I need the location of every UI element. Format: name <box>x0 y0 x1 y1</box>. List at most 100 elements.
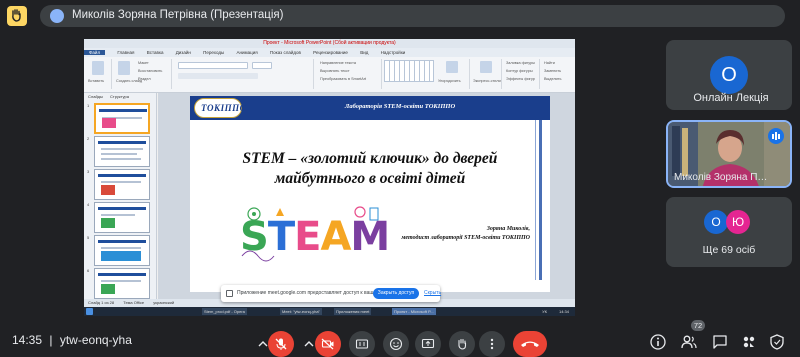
logo-text: ТОКІППО <box>201 103 247 113</box>
ppt-align-text-label: Выровнять текст <box>320 69 350 73</box>
raise-hand-button[interactable] <box>449 331 475 357</box>
thumb-line <box>101 214 135 216</box>
ppt-tab: Главная <box>117 50 135 55</box>
slide-thumbnail-image <box>94 202 150 233</box>
ppt-window-title: Проект - Microsoft PowerPoint (Сбой акти… <box>84 39 575 48</box>
ppt-shape-format-group: Заливка фигуры Контур фигуры Эффекты фиг… <box>504 59 540 89</box>
steam-word: STEAM <box>240 214 390 260</box>
people-icon[interactable] <box>680 333 702 355</box>
ppt-replace-label: Заменить <box>544 69 562 73</box>
ppt-quick-styles-label: Экспресс-стили <box>473 79 501 83</box>
ppt-editing-group: Найти Заменить Выделить <box>542 59 574 89</box>
chat-icon[interactable] <box>711 333 733 355</box>
paste-icon <box>92 61 104 75</box>
thumb-line <box>101 247 141 249</box>
slide-number: 4 <box>87 202 90 207</box>
participant-tile-online-lecture[interactable]: О Онлайн Лекція <box>666 40 792 110</box>
ppt-shape-fill-label: Заливка фигуры <box>506 61 535 65</box>
presentation-pill[interactable]: Миколів Зоряна Петрівна (Презентація) <box>40 5 785 27</box>
thumb-line <box>101 280 141 282</box>
more-options-button[interactable] <box>479 331 505 357</box>
ppt-select-label: Выделить <box>544 77 562 81</box>
ppt-pane-tabs: Слайды Структура <box>84 93 157 101</box>
thumb-bar <box>98 273 146 276</box>
font-name-box <box>178 62 248 69</box>
font-size-box <box>252 62 272 69</box>
ppt-tab: Анимация <box>236 50 258 55</box>
slide-number: 5 <box>87 235 90 240</box>
font-format-buttons <box>178 73 258 79</box>
ppt-shape-outline-label: Контур фигуры <box>506 69 533 73</box>
raise-hand-icon[interactable] <box>7 6 27 26</box>
thumb-line <box>101 158 141 160</box>
ppt-section-label: Раздел <box>138 77 151 81</box>
ppt-tab: Переходы <box>203 50 225 55</box>
ppt-pane-tab-slides: Слайды <box>88 94 103 99</box>
tokippo-logo: ТОКІППО <box>194 98 246 118</box>
steam-letter: S <box>240 214 269 260</box>
thumb-image <box>102 118 116 128</box>
arrange-icon <box>446 61 458 73</box>
slide-thumbnail: 6 <box>87 268 155 301</box>
slide-thumbnail-image <box>94 169 150 200</box>
speaking-indicator-icon <box>768 128 784 144</box>
author-name: Зоряна Миколів, <box>486 226 530 232</box>
ppt-tab: Надстройки <box>380 50 406 55</box>
ppt-shape-effects-label: Эффекты фигур <box>506 77 535 81</box>
ppt-slide-pane: Слайды Структура 1 2 3 4 5 6 <box>84 93 157 299</box>
steam-illustration: STEAM <box>240 206 390 266</box>
ppt-paragraph-group: Направление текста Выровнять текст Преоб… <box>316 59 382 89</box>
participant-tile-presenter[interactable]: Миколів Зоряна Петрів... <box>666 120 792 188</box>
top-bar: Миколів Зоряна Петрівна (Презентація) <box>0 0 800 32</box>
windows-start-icon <box>86 308 93 315</box>
share-screen-icon <box>226 290 233 297</box>
hide-banner-link[interactable]: Скрыть <box>424 290 441 296</box>
slide-title: STEM – «золотий ключик» до дверей майбут… <box>210 149 530 189</box>
thumb-line <box>101 181 141 183</box>
participant-tile-others[interactable]: О Ю Ще 69 осіб <box>666 197 792 267</box>
taskbar-clock: 14:34 <box>558 309 569 314</box>
ppt-shapes-gallery <box>384 60 434 82</box>
steam-letter: E <box>294 214 321 260</box>
ppt-tab-file: Файл <box>84 50 106 55</box>
ppt-clipboard-group: Вставить <box>86 59 112 89</box>
slide-title-line: STEM – «золотий ключик» до дверей <box>242 150 498 167</box>
meeting-details-info-icon[interactable] <box>649 333 671 355</box>
ppt-language: украинский <box>153 300 175 305</box>
ppt-tab: Рецензирование <box>313 50 348 55</box>
ppt-arrange-group: Упорядочить <box>436 59 470 89</box>
thumb-bar <box>98 141 146 144</box>
ppt-tab: Дизайн <box>175 50 191 55</box>
captions-button[interactable] <box>349 331 375 357</box>
meet-control-bar: 14:35 | ytw-eonq-yha <box>0 322 800 357</box>
participants-count-badge: 72 <box>691 320 705 331</box>
ppt-find-label: Найти <box>544 61 555 65</box>
ppt-ribbon-tabs: Файл Главная Вставка Дизайн Переходы Ани… <box>84 48 575 57</box>
slide-thumbnail-image <box>94 268 150 299</box>
microphone-off-button[interactable] <box>268 331 294 357</box>
stop-sharing-button[interactable]: Закрыть доступ <box>373 288 419 299</box>
slide-header-band: ТОКІППО Лабораторія STEM-освіти ТОКІППО <box>190 96 550 120</box>
thumb-bar <box>98 207 146 210</box>
meeting-info: 14:35 | ytw-eonq-yha <box>12 333 132 347</box>
ppt-smartart-label: Преобразовать в SmartArt <box>320 77 367 81</box>
thumb-line <box>101 153 137 155</box>
emoji-reactions-button[interactable] <box>383 331 409 357</box>
thumb-bar <box>98 174 146 177</box>
camera-off-button[interactable] <box>315 331 341 357</box>
shared-screen: Проект - Microsoft PowerPoint (Сбой акти… <box>84 39 575 316</box>
slide-thumbnail: 3 <box>87 169 155 202</box>
leave-call-button[interactable] <box>513 331 547 357</box>
participant-name: Онлайн Лекція <box>693 92 769 104</box>
meeting-code: ytw-eonq-yha <box>59 333 132 347</box>
present-screen-button[interactable] <box>415 331 441 357</box>
new-slide-icon <box>118 61 130 75</box>
thumb-image <box>101 185 115 195</box>
activities-icon[interactable] <box>740 333 762 355</box>
host-controls-icon[interactable] <box>768 333 790 355</box>
thumb-image <box>101 284 115 294</box>
presenter-avatar <box>50 9 64 23</box>
ppt-layout-label: Макет <box>138 61 149 65</box>
taskbar-language: УК <box>542 309 547 314</box>
thumb-image <box>101 218 115 228</box>
